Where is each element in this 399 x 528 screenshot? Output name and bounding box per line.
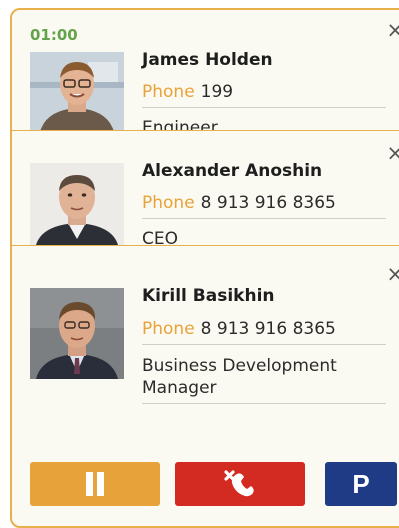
contact-card-1: 01:00 × James Holden Phone 199 Engineer: [12, 10, 399, 130]
avatar: [30, 52, 124, 130]
avatar-photo-alexander: [30, 163, 124, 245]
phone-row: Phone 8 913 916 8365: [142, 193, 386, 219]
call-panel: 01:00 × James Holden Phone 199 Engineer ×: [10, 8, 399, 528]
contact-card-2: × Alexander Anoshin Phone8 913 916 8365 …: [12, 130, 399, 246]
park-button[interactable]: P: [325, 462, 397, 506]
phone-row: Phone 199: [142, 82, 386, 108]
avatar-photo-kirill: [30, 288, 124, 379]
park-button-label: P: [352, 468, 370, 499]
contact-name: Kirill Basikhin: [142, 286, 275, 306]
phone-label: Phone: [142, 82, 195, 102]
close-icon[interactable]: ×: [386, 264, 399, 285]
hangup-phone-icon: [224, 470, 254, 497]
contact-role: CEO: [142, 229, 178, 246]
contact-card-3: × Kirill Basikhin Phone 8 913 916 8365 Bu…: [12, 245, 399, 446]
hangup-button[interactable]: [175, 462, 305, 506]
close-icon[interactable]: ×: [386, 143, 399, 164]
phone-number[interactable]: 8 913 916 8365: [201, 319, 336, 339]
avatar: [30, 163, 124, 245]
contact-role: Business Development Manager: [142, 355, 386, 404]
contact-name: James Holden: [142, 50, 273, 70]
avatar-photo-james: [30, 52, 124, 130]
pause-icon: [86, 472, 104, 496]
close-icon[interactable]: ×: [386, 20, 399, 41]
call-timer: 01:00: [30, 26, 78, 44]
hold-button[interactable]: [30, 462, 160, 506]
contact-role: Engineer: [142, 118, 218, 130]
phone-label: Phone: [142, 319, 195, 339]
phone-number[interactable]: 199: [201, 82, 233, 102]
phone-label: Phone: [142, 193, 195, 213]
contact-name: Alexander Anoshin: [142, 161, 323, 181]
phone-number[interactable]: 8 913 916 8365: [201, 193, 336, 213]
phone-row: Phone 8 913 916 8365: [142, 319, 386, 345]
avatar: [30, 288, 124, 379]
